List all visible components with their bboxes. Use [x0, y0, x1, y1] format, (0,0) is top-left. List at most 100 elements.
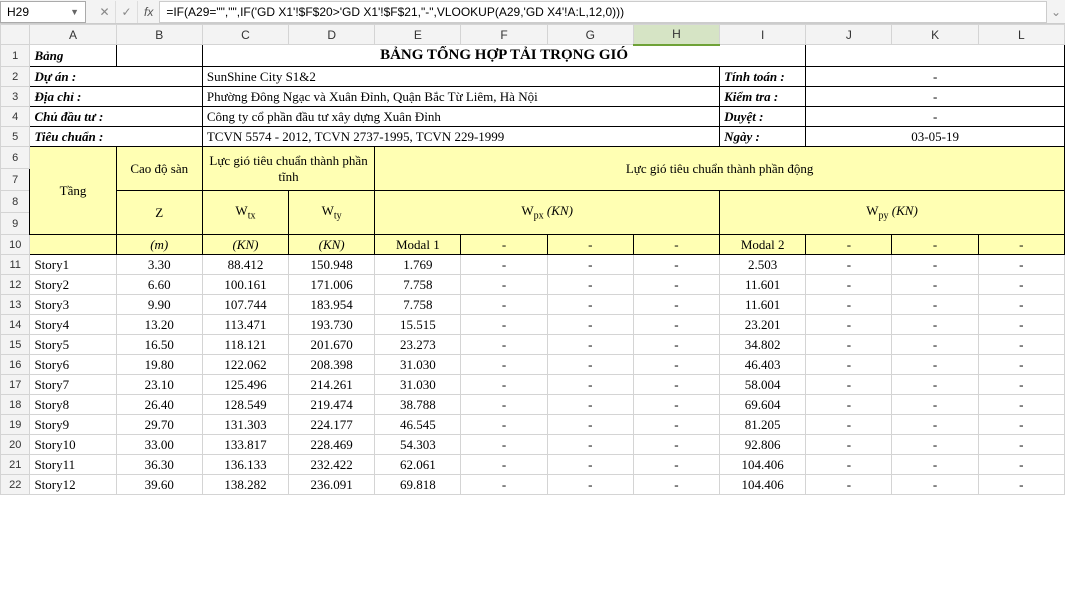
cell[interactable]: Story5 — [30, 335, 116, 355]
cell[interactable]: - — [633, 455, 719, 475]
cell[interactable]: - — [806, 315, 892, 335]
cell[interactable]: - — [633, 395, 719, 415]
cell[interactable]: - — [892, 475, 978, 495]
cell[interactable]: 54.303 — [375, 435, 461, 455]
cell[interactable]: 2.503 — [720, 255, 806, 275]
cell[interactable]: - — [461, 355, 547, 375]
cell[interactable]: Story8 — [30, 395, 116, 415]
cell[interactable]: 34.802 — [720, 335, 806, 355]
cell[interactable]: 81.205 — [720, 415, 806, 435]
cell[interactable]: - — [461, 275, 547, 295]
cell[interactable]: - — [461, 295, 547, 315]
enter-icon[interactable]: ✓ — [116, 1, 138, 23]
header-wtx[interactable]: Wtx — [202, 191, 288, 235]
cell[interactable]: - — [806, 375, 892, 395]
chevron-down-icon[interactable]: ▼ — [70, 7, 79, 17]
row-header[interactable]: 21 — [1, 455, 30, 475]
cell[interactable]: - — [978, 235, 1064, 255]
cell[interactable]: - — [461, 455, 547, 475]
cell[interactable]: 23.201 — [720, 315, 806, 335]
row-header[interactable]: 5 — [1, 127, 30, 147]
cell[interactable]: - — [633, 355, 719, 375]
cell[interactable]: - — [547, 475, 633, 495]
cell[interactable]: - — [633, 295, 719, 315]
cell[interactable]: - — [547, 255, 633, 275]
cell[interactable]: 88.412 — [202, 255, 288, 275]
col-header-H[interactable]: H — [633, 25, 719, 45]
cell[interactable]: - — [806, 435, 892, 455]
cell[interactable]: - — [461, 235, 547, 255]
row-header[interactable]: 15 — [1, 335, 30, 355]
cell[interactable]: - — [633, 235, 719, 255]
header-z[interactable]: Z — [116, 191, 202, 235]
col-header-G[interactable]: G — [547, 25, 633, 45]
cell[interactable]: 107.744 — [202, 295, 288, 315]
cell[interactable]: - — [806, 255, 892, 275]
cell[interactable]: 33.00 — [116, 435, 202, 455]
cell[interactable]: - — [547, 375, 633, 395]
cell[interactable]: - — [461, 255, 547, 275]
fx-icon[interactable]: fx — [138, 5, 159, 19]
cell[interactable]: - — [633, 335, 719, 355]
cell[interactable]: 193.730 — [289, 315, 375, 335]
cell[interactable]: 3.30 — [116, 255, 202, 275]
cell[interactable]: - — [633, 415, 719, 435]
row-header[interactable]: 16 — [1, 355, 30, 375]
cell[interactable]: 29.70 — [116, 415, 202, 435]
cell[interactable]: 104.406 — [720, 455, 806, 475]
cell[interactable]: - — [978, 315, 1064, 335]
row-header[interactable]: 14 — [1, 315, 30, 335]
row-header[interactable]: 20 — [1, 435, 30, 455]
cell[interactable]: - — [892, 415, 978, 435]
cell[interactable]: - — [892, 275, 978, 295]
title-cell[interactable]: BẢNG TỔNG HỢP TẢI TRỌNG GIÓ — [202, 45, 805, 67]
cell[interactable]: 69.818 — [375, 475, 461, 495]
cell[interactable]: - — [633, 255, 719, 275]
cell[interactable]: - — [892, 295, 978, 315]
col-header-L[interactable]: L — [978, 25, 1064, 45]
cell[interactable]: - — [547, 335, 633, 355]
cell[interactable]: SunShine City S1&2 — [202, 67, 719, 87]
unit-kn[interactable]: (KN) — [289, 235, 375, 255]
cell[interactable]: 232.422 — [289, 455, 375, 475]
cell[interactable]: - — [547, 435, 633, 455]
cell[interactable]: - — [633, 275, 719, 295]
col-header-I[interactable]: I — [720, 25, 806, 45]
cell[interactable]: - — [892, 455, 978, 475]
cell[interactable]: - — [806, 107, 1065, 127]
expand-formula-icon[interactable]: ⌄ — [1047, 5, 1065, 19]
col-header-C[interactable]: C — [202, 25, 288, 45]
cell[interactable]: Công ty cổ phần đầu tư xây dựng Xuân Đỉn… — [202, 107, 719, 127]
cell[interactable]: 1.769 — [375, 255, 461, 275]
cell[interactable]: - — [461, 335, 547, 355]
cell[interactable]: Kiểm tra : — [720, 87, 806, 107]
cell[interactable]: 183.954 — [289, 295, 375, 315]
cell[interactable]: - — [806, 275, 892, 295]
cell[interactable]: 16.50 — [116, 335, 202, 355]
cell[interactable]: 23.273 — [375, 335, 461, 355]
cell[interactable]: 03-05-19 — [806, 127, 1065, 147]
cell[interactable]: - — [633, 315, 719, 335]
cell[interactable]: 9.90 — [116, 295, 202, 315]
row-header[interactable]: 4 — [1, 107, 30, 127]
cell[interactable]: - — [978, 255, 1064, 275]
cell[interactable]: 171.006 — [289, 275, 375, 295]
cell[interactable]: 100.161 — [202, 275, 288, 295]
row-header[interactable]: 2 — [1, 67, 30, 87]
cell[interactable]: - — [461, 395, 547, 415]
header-wpy[interactable]: Wpy (KN) — [720, 191, 1065, 235]
row-header[interactable]: 12 — [1, 275, 30, 295]
cell[interactable]: 128.549 — [202, 395, 288, 415]
cell[interactable]: 133.817 — [202, 435, 288, 455]
cell[interactable]: - — [806, 395, 892, 415]
cell[interactable]: - — [461, 315, 547, 335]
cell[interactable]: Tiêu chuẩn : — [30, 127, 202, 147]
row-header[interactable]: 22 — [1, 475, 30, 495]
cell[interactable]: - — [978, 475, 1064, 495]
header-modal1[interactable]: Modal 1 — [375, 235, 461, 255]
row-header[interactable]: 11 — [1, 255, 30, 275]
row-header[interactable]: 8 — [1, 191, 30, 213]
row-header[interactable]: 3 — [1, 87, 30, 107]
cell[interactable]: 228.469 — [289, 435, 375, 455]
col-header-B[interactable]: B — [116, 25, 202, 45]
